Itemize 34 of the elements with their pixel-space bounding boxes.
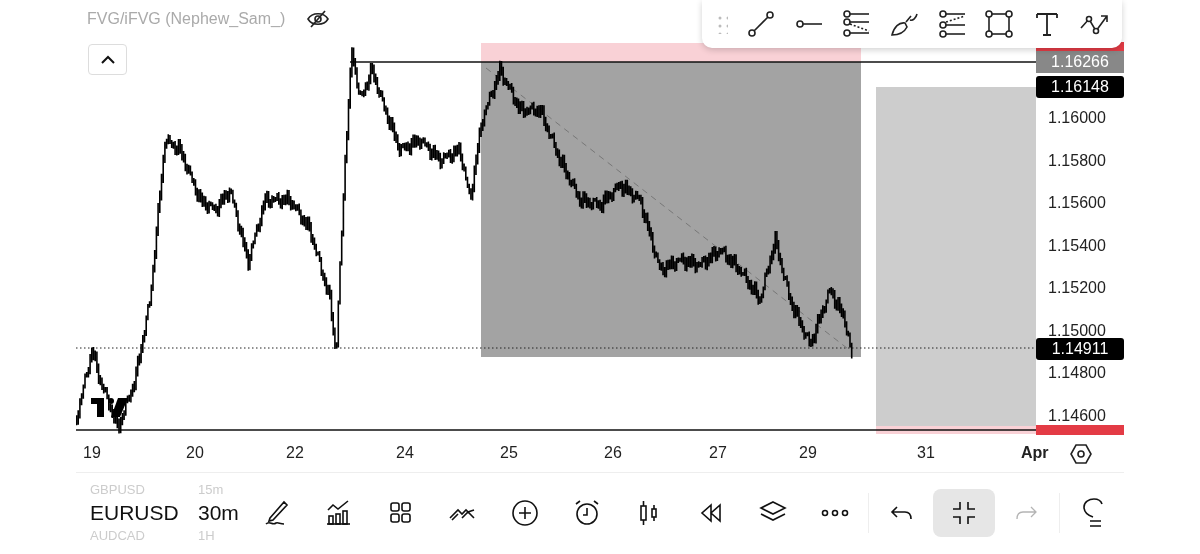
- price-label: 1.15200: [1048, 279, 1106, 297]
- collapse-button[interactable]: [88, 44, 127, 75]
- indicator-title: FVG/iFVG (Nephew_Sam_): [87, 10, 286, 28]
- eye-slash-icon[interactable]: [307, 10, 330, 28]
- time-label: 22: [286, 444, 304, 462]
- price-label: 1.15600: [1048, 194, 1106, 212]
- time-label: 24: [396, 444, 414, 462]
- fib-levels-icon[interactable]: [842, 10, 871, 38]
- collapse-button[interactable]: [933, 489, 995, 537]
- symbol-option[interactable]: EURUSD: [90, 498, 198, 528]
- time-label: 26: [604, 444, 622, 462]
- price-tag: 1.14911: [1036, 338, 1124, 360]
- time-label: 20: [186, 444, 204, 462]
- settings-icon[interactable]: [1070, 444, 1092, 464]
- price-label: 1.14600: [1048, 406, 1106, 425]
- price-tag: 1.16266: [1036, 51, 1124, 73]
- time-label: 19: [83, 444, 101, 462]
- caret-up-icon: [99, 54, 116, 65]
- time-label: 31: [917, 444, 935, 462]
- time-label: 25: [500, 444, 518, 462]
- trend-line-icon[interactable]: [747, 10, 776, 38]
- time-label: Apr: [1021, 444, 1049, 462]
- price-label: 1.15400: [1048, 236, 1106, 255]
- channel-levels-icon[interactable]: [937, 10, 966, 38]
- time-label: 29: [799, 444, 817, 462]
- price-tag: 1.16148: [1036, 76, 1124, 98]
- interval-option[interactable]: 30m: [198, 498, 239, 528]
- price-label: 1.15000: [1048, 321, 1106, 340]
- price-label: 1.15800: [1048, 151, 1106, 170]
- time-label: 27: [709, 444, 727, 462]
- rectangle-tool-icon[interactable]: [985, 10, 1014, 38]
- price-label: 1.14800: [1048, 364, 1106, 382]
- logo-icon: [91, 398, 128, 417]
- price-label: 1.16000: [1048, 109, 1106, 127]
